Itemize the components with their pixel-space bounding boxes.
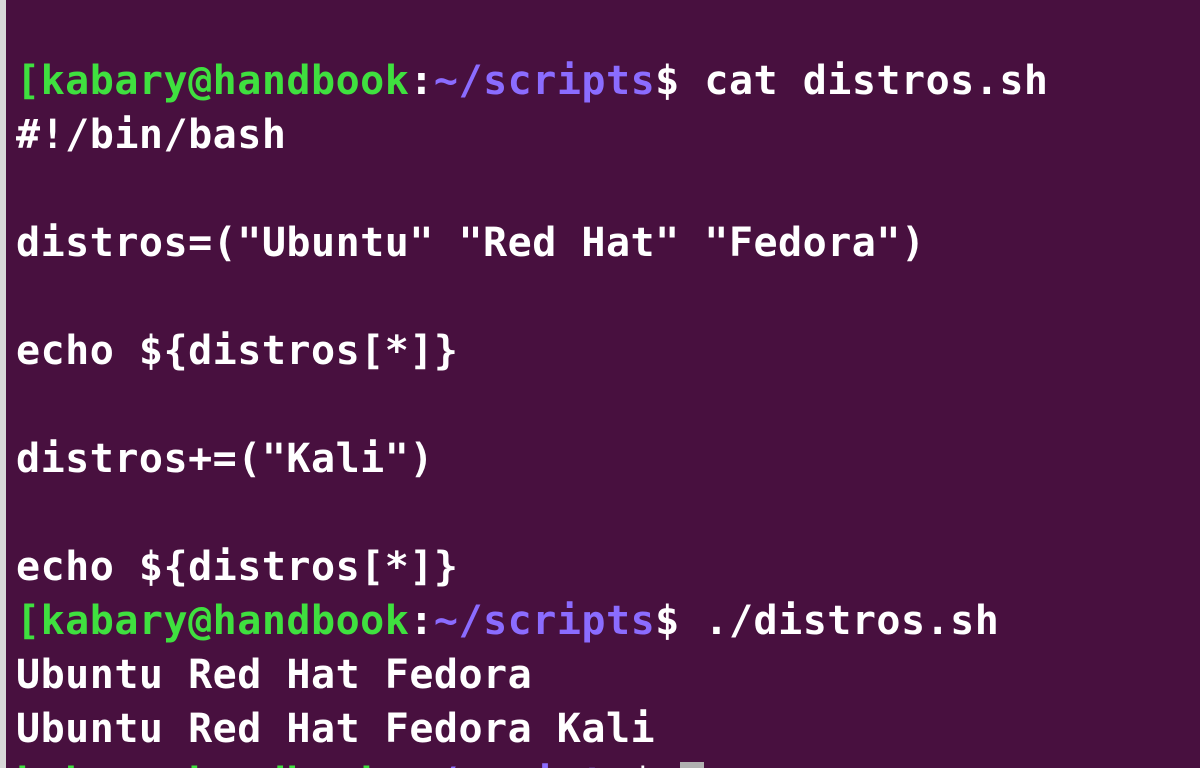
cwd-path: ~/scripts [434,58,655,104]
prompt-sigil: $ [655,598,680,644]
cwd-path: ~/scripts [409,760,630,768]
user-host: kabary@handbook [41,598,410,644]
prompt-line-1: [kabary@handbook:~/scripts$ cat distros.… [16,58,1049,104]
cwd-path: ~/scripts [434,598,655,644]
script-append: distros+=("Kali") [16,436,434,482]
terminal[interactable]: [kabary@handbook:~/scripts$ cat distros.… [16,0,1190,768]
cursor-block-icon [680,762,704,768]
output-line-2: Ubuntu Red Hat Fedora Kali [16,706,655,752]
prompt-sigil: $ [631,760,656,768]
user-host: kabary@handbook [16,760,385,768]
prompt-line-3: kabary@handbook:~/scripts$ [16,760,704,768]
prompt-line-2: [kabary@handbook:~/scripts$ ./distros.sh [16,598,999,644]
user-host: kabary@handbook [41,58,410,104]
script-shebang: #!/bin/bash [16,112,286,158]
script-echo-1: echo ${distros[*]} [16,328,458,374]
command-run: ./distros.sh [704,598,999,644]
output-line-1: Ubuntu Red Hat Fedora [16,652,532,698]
command-cat: cat distros.sh [704,58,1048,104]
script-assign: distros=("Ubuntu" "Red Hat" "Fedora") [16,220,926,266]
script-echo-2: echo ${distros[*]} [16,544,458,590]
prompt-sigil: $ [655,58,680,104]
